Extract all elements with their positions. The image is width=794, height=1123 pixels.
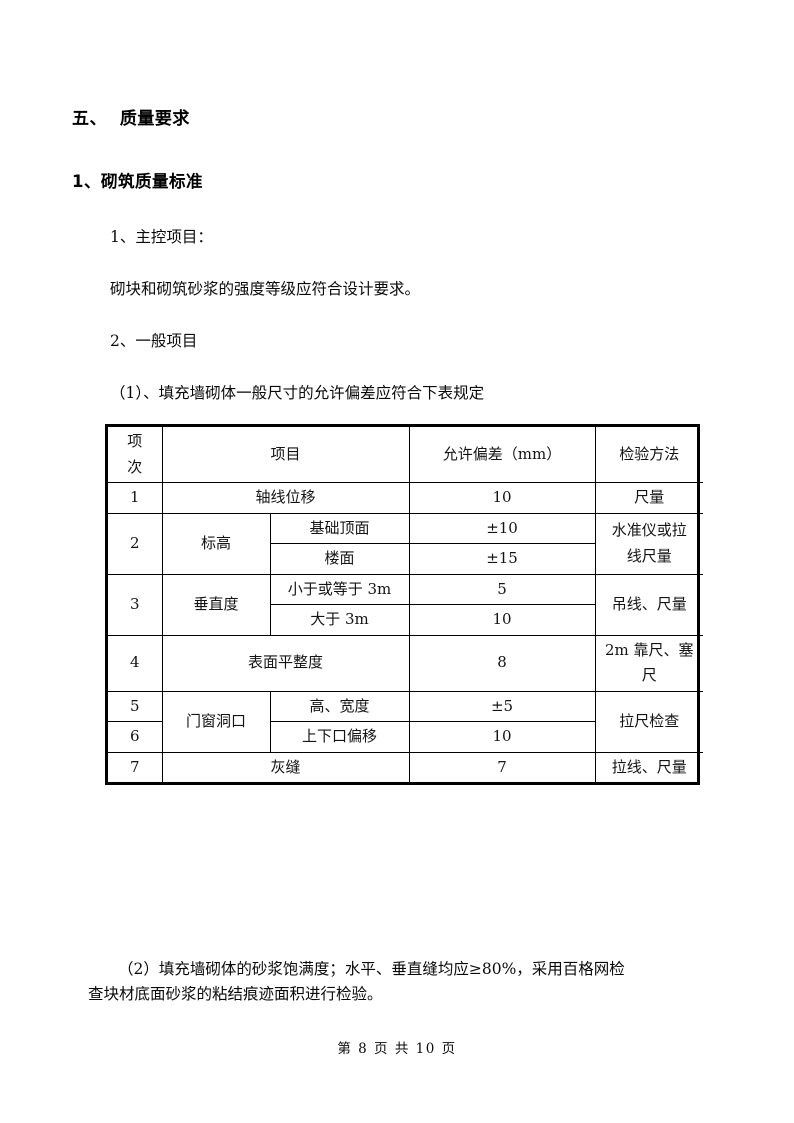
table-row: 5 门窗洞口 高、宽度 ±5 拉尺检查: [108, 690, 704, 753]
cell-index: 1: [108, 482, 163, 514]
cell-deviation: 8: [408, 634, 596, 692]
cell-method-line1: 水准仪或拉: [611, 521, 687, 539]
cell-method: 吊线、尺量: [594, 573, 704, 636]
cell-deviation: ±5: [408, 690, 596, 722]
page-footer: 第 8 页 共 10 页: [337, 1041, 457, 1057]
cell-deviation: ±10: [408, 512, 596, 544]
cell-item: 标高: [161, 512, 271, 575]
header-cell-index: 项 次: [108, 427, 163, 483]
cell-index: 5: [108, 690, 163, 722]
cell-method: 水准仪或拉 线尺量: [594, 512, 704, 575]
header-cell-method: 检验方法: [594, 427, 704, 483]
cell-index: 4: [108, 634, 163, 692]
cell-subitem: 楼面: [269, 543, 410, 575]
paragraph-strength-grade: 砌块和砌筑砂浆的强度等级应符合设计要求。: [110, 280, 421, 298]
cell-subitem: 上下口偏移: [269, 721, 410, 753]
cell-item: 轴线位移: [161, 482, 410, 514]
cell-deviation: 5: [408, 573, 596, 605]
cell-method-line1: 2m 靠尺、塞: [604, 640, 694, 659]
cell-method: 拉线、尺量: [594, 751, 704, 782]
cell-item: 垂直度: [161, 573, 271, 636]
cell-subitem: 大于 3m: [269, 604, 410, 636]
page-title: 五、 质量要求: [72, 109, 190, 129]
header-cell-deviation: 允许偏差（mm）: [408, 427, 596, 483]
cell-item: 表面平整度: [161, 634, 410, 692]
header-index-line1: 项: [127, 432, 143, 450]
cell-index: 3: [108, 573, 163, 636]
header-index-line2: 次: [127, 457, 143, 476]
cell-item: 灰缝: [161, 751, 410, 782]
cell-index: 2: [108, 512, 163, 575]
subsection-heading: 1、砌筑质量标准: [72, 172, 203, 191]
header-cell-item: 项目: [161, 427, 410, 483]
cell-method-line2: 线尺量: [626, 546, 672, 565]
paragraph-main-control-items: 1、主控项目：: [110, 228, 213, 246]
cell-index: 7: [108, 751, 163, 782]
paragraph-table-intro: （1）、填充墙砌体一般尺寸的允许偏差应符合下表规定: [110, 384, 485, 402]
cell-deviation: ±15: [408, 543, 596, 575]
paragraph-mortar-fullness: （2）填充墙砌体的砂浆饱满度；水平、垂直缝均应≥80%，采用百格网检 查块材底面…: [88, 957, 718, 1007]
cell-subitem: 小于或等于 3m: [269, 573, 410, 605]
cell-subitem: 基础顶面: [269, 512, 410, 544]
document-page: 五、 质量要求 1、砌筑质量标准 1、主控项目： 砌块和砌筑砂浆的强度等级应符合…: [0, 0, 794, 1123]
table-row: 7 灰缝 7 拉线、尺量: [108, 751, 704, 782]
cell-method: 拉尺检查: [594, 690, 704, 753]
cell-method: 尺量: [594, 482, 704, 514]
cell-item: 门窗洞口: [161, 690, 271, 753]
table-row: 3 垂直度 小于或等于 3m 5 吊线、尺量: [108, 573, 704, 636]
cell-deviation: 10: [408, 604, 596, 636]
paragraph-general-items: 2、一般项目: [110, 332, 198, 350]
table-header-row: 项 次 项目 允许偏差（mm） 检验方法: [108, 427, 704, 483]
cell-method: 2m 靠尺、塞 尺: [594, 634, 704, 692]
cell-deviation: 10: [408, 721, 596, 753]
table-row: 1 轴线位移 10 尺量: [108, 482, 704, 514]
cell-subitem: 高、宽度: [269, 690, 410, 722]
table-row: 4 表面平整度 8 2m 靠尺、塞 尺: [108, 634, 704, 692]
cell-index: 6: [108, 721, 163, 753]
cell-method-line2: 尺: [641, 666, 657, 684]
closing-line2: 查块材底面砂浆的粘结痕迹面积进行检验。: [88, 985, 383, 1004]
tolerance-table: 项 次 项目 允许偏差（mm） 检验方法 1 轴线位移 10 尺量 2 标高 基…: [108, 427, 704, 782]
table-row: 2 标高 基础顶面 ±10 水准仪或拉 线尺量: [108, 512, 704, 575]
tolerance-table-container: 项 次 项目 允许偏差（mm） 检验方法 1 轴线位移 10 尺量 2 标高 基…: [105, 424, 704, 785]
cell-deviation: 7: [408, 751, 596, 782]
cell-deviation: 10: [408, 482, 596, 514]
closing-line1: （2）填充墙砌体的砂浆饱满度；水平、垂直缝均应≥80%，采用百格网检: [118, 960, 625, 978]
